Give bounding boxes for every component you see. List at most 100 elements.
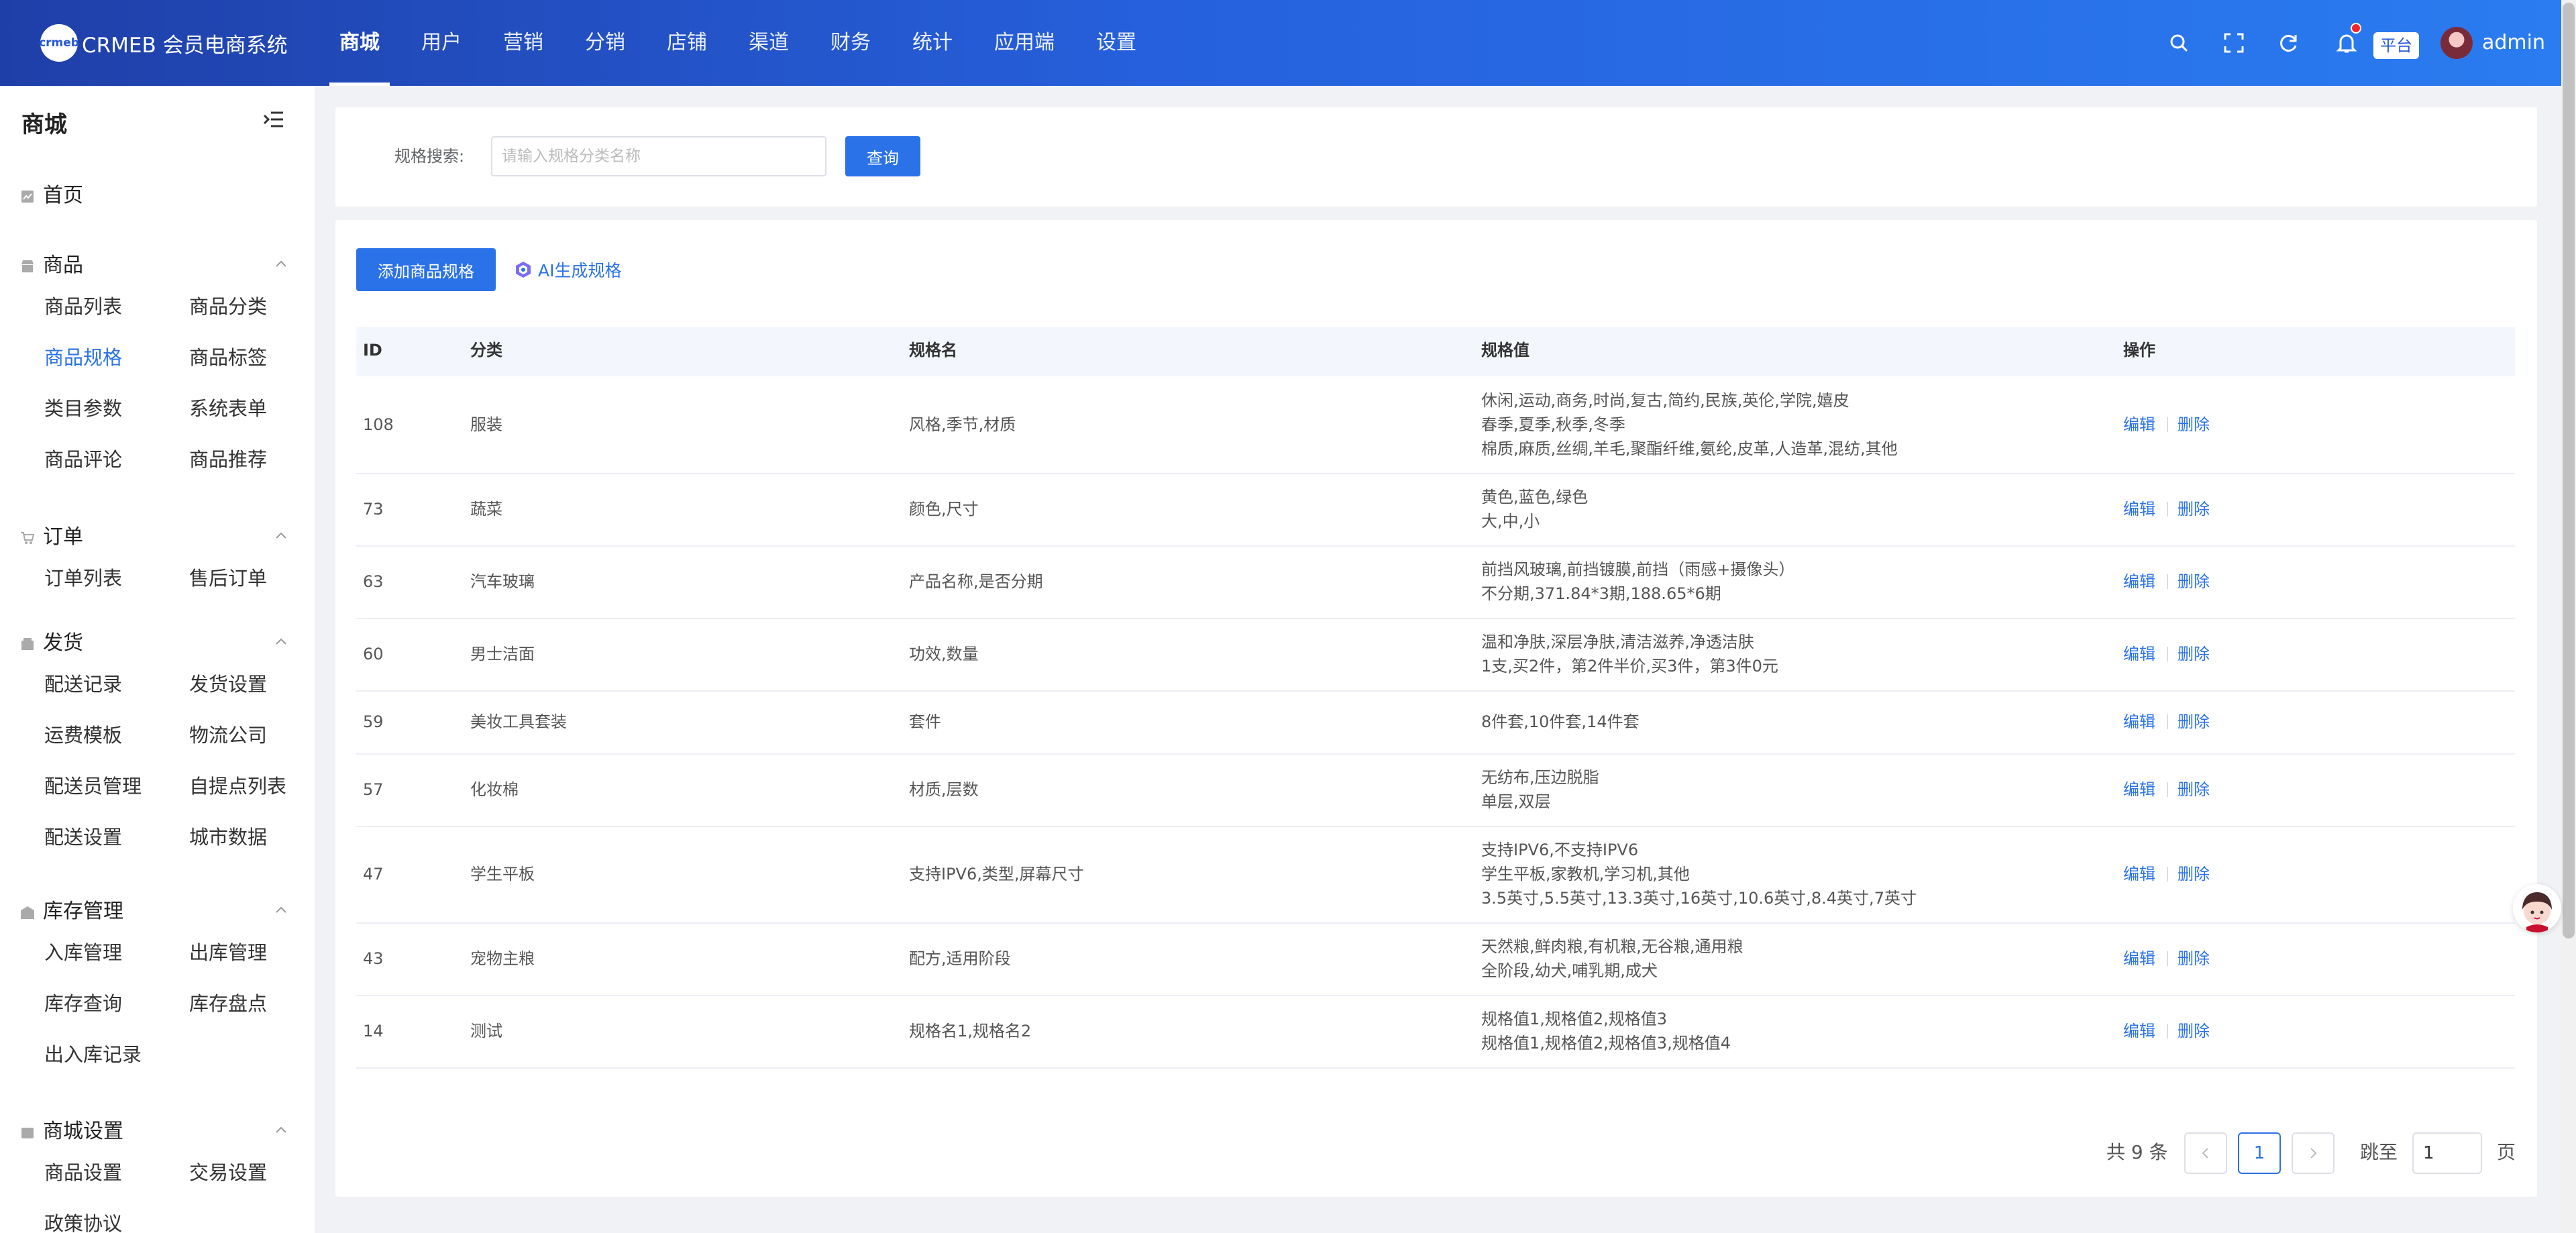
sidebar-group[interactable]: 库存管理: [20, 894, 123, 924]
next-page-button[interactable]: [2292, 1132, 2334, 1174]
sidebar-item[interactable]: 入库管理: [44, 937, 122, 965]
sidebar-item[interactable]: 商品标签: [189, 342, 267, 370]
column-header-actions: 操作: [2123, 341, 2155, 360]
sidebar-item[interactable]: 城市数据: [189, 822, 267, 850]
sidebar-item[interactable]: 政策协议: [44, 1208, 122, 1233]
action-divider: [2167, 1024, 2168, 1038]
edit-button[interactable]: 编辑: [2123, 1019, 2155, 1043]
edit-button[interactable]: 编辑: [2123, 862, 2155, 886]
sidebar-item-home[interactable]: 首页: [20, 178, 83, 208]
chevron-up-icon[interactable]: [275, 258, 287, 267]
add-spec-button[interactable]: 添加商品规格: [356, 248, 496, 291]
top-nav-item[interactable]: 用户: [400, 0, 482, 86]
sidebar-item[interactable]: 库存查询: [44, 988, 122, 1016]
sidebar-item[interactable]: 配送记录: [44, 669, 122, 697]
top-nav-item[interactable]: 营销: [482, 0, 564, 86]
cell-id: 63: [363, 572, 384, 591]
sidebar-item[interactable]: 交易设置: [189, 1157, 267, 1185]
top-nav-item[interactable]: 商城: [319, 0, 400, 86]
page-1-button[interactable]: 1: [2238, 1132, 2281, 1174]
top-nav-item[interactable]: 财务: [810, 0, 892, 86]
query-button[interactable]: 查询: [845, 136, 920, 176]
logo[interactable]: crmeb CRMEB 会员电商系统: [39, 23, 288, 63]
edit-button[interactable]: 编辑: [2123, 570, 2155, 594]
top-nav-item[interactable]: 分销: [564, 0, 646, 86]
sidebar-item[interactable]: 库存盘点: [189, 988, 267, 1016]
page-scrollbar-thumb[interactable]: [2563, 3, 2575, 939]
delete-button[interactable]: 删除: [2178, 497, 2210, 521]
user-name[interactable]: admin: [2482, 28, 2545, 58]
sidebar-item[interactable]: 商品推荐: [189, 444, 267, 472]
prev-page-button[interactable]: [2184, 1132, 2227, 1174]
collapse-menu-icon[interactable]: [263, 110, 284, 129]
sidebar-item[interactable]: 物流公司: [189, 720, 267, 748]
cell-spec-value: 规格值1,规格值2,规格值3,规格值4: [1481, 1034, 1731, 1053]
edit-button[interactable]: 编辑: [2123, 642, 2155, 666]
top-nav-item[interactable]: 设置: [1075, 0, 1157, 86]
cell-spec-value: 规格值1,规格值2,规格值3: [1481, 1010, 1668, 1028]
cell-category: 男士洁面: [470, 645, 535, 663]
sidebar-group[interactable]: 发货: [20, 626, 83, 655]
cell-category: 化妆棉: [470, 780, 519, 799]
sidebar-item[interactable]: 系统表单: [189, 393, 267, 421]
delete-button[interactable]: 删除: [2178, 778, 2210, 802]
edit-button[interactable]: 编辑: [2123, 947, 2155, 971]
sidebar-item[interactable]: 商品列表: [44, 291, 122, 319]
page-suffix: 页: [2497, 1141, 2516, 1163]
edit-button[interactable]: 编辑: [2123, 710, 2155, 734]
delete-button[interactable]: 删除: [2178, 642, 2210, 666]
platform-tag[interactable]: 平台: [2373, 32, 2419, 59]
sidebar-item[interactable]: 配送员管理: [44, 771, 142, 799]
top-nav-item[interactable]: 渠道: [728, 0, 810, 86]
sidebar-item[interactable]: 订单列表: [44, 563, 122, 591]
ai-generate-label: AI生成规格: [538, 261, 622, 280]
sidebar-group[interactable]: 订单: [20, 520, 83, 549]
delete-button[interactable]: 删除: [2178, 710, 2210, 734]
cell-spec-name: 功效,数量: [909, 645, 979, 663]
delete-button[interactable]: 删除: [2178, 1019, 2210, 1043]
sidebar-item[interactable]: 商品设置: [44, 1157, 122, 1185]
refresh-icon[interactable]: [2274, 28, 2304, 58]
top-nav-item[interactable]: 店铺: [646, 0, 728, 86]
user-avatar[interactable]: [2440, 27, 2473, 59]
top-nav-item[interactable]: 应用端: [973, 0, 1075, 86]
sidebar-item[interactable]: 商品评论: [44, 444, 122, 472]
top-nav-item[interactable]: 统计: [892, 0, 973, 86]
edit-button[interactable]: 编辑: [2123, 497, 2155, 521]
fullscreen-icon[interactable]: [2219, 28, 2249, 58]
chevron-up-icon[interactable]: [275, 635, 287, 645]
edit-button[interactable]: 编辑: [2123, 413, 2155, 437]
chevron-up-icon[interactable]: [275, 529, 287, 539]
sidebar-item[interactable]: 出入库记录: [44, 1039, 142, 1067]
cell-id: 43: [363, 949, 384, 968]
sidebar-item[interactable]: 类目参数: [44, 393, 122, 421]
table-header: [356, 327, 2515, 376]
cell-spec-value: 无纺布,压边脱脂: [1481, 768, 1599, 787]
chevron-up-icon[interactable]: [275, 904, 287, 913]
bell-icon[interactable]: [2332, 23, 2361, 58]
sidebar-item[interactable]: 售后订单: [189, 563, 267, 591]
spec-search-input[interactable]: [491, 136, 826, 176]
edit-button[interactable]: 编辑: [2123, 778, 2155, 802]
sidebar-item[interactable]: 发货设置: [189, 669, 267, 697]
delete-button[interactable]: 删除: [2178, 413, 2210, 437]
top-nav: 商城 用户 营销 分销 店铺 渠道 财务 统计 应用端 设置: [319, 0, 1157, 86]
jump-page-input[interactable]: [2412, 1132, 2482, 1174]
delete-button[interactable]: 删除: [2178, 947, 2210, 971]
sidebar-item[interactable]: 出库管理: [189, 937, 267, 965]
sidebar-group[interactable]: 商品: [20, 248, 83, 278]
delete-button[interactable]: 删除: [2178, 862, 2210, 886]
sidebar-item[interactable]: 自提点列表: [189, 771, 286, 799]
search-icon[interactable]: [2164, 28, 2194, 58]
sidebar-group-label: 库存管理: [43, 900, 123, 923]
chevron-up-icon[interactable]: [275, 1124, 287, 1133]
sidebar-item[interactable]: 运费模板: [44, 720, 122, 748]
delete-button[interactable]: 删除: [2178, 570, 2210, 594]
sidebar-group[interactable]: 商城设置: [20, 1114, 123, 1144]
action-divider: [2167, 417, 2168, 432]
sidebar-item[interactable]: 商品分类: [189, 291, 267, 319]
ai-generate-button[interactable]: AI生成规格: [514, 248, 621, 291]
sidebar-item[interactable]: 商品规格: [44, 342, 122, 370]
sidebar-item[interactable]: 配送设置: [44, 822, 122, 850]
customer-service-avatar[interactable]: [2513, 884, 2561, 932]
